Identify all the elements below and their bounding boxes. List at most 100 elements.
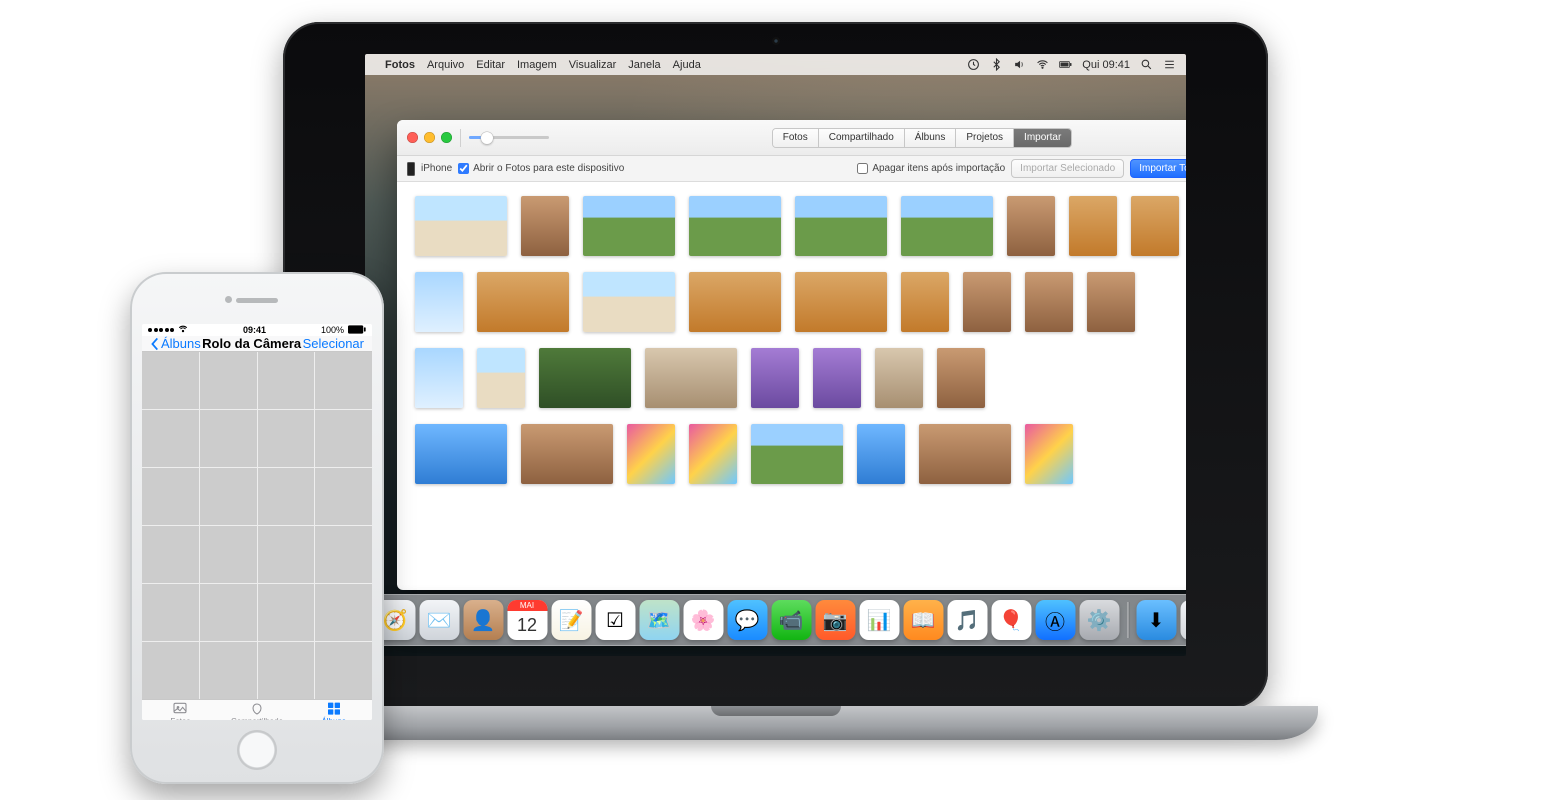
delete-after-checkbox[interactable]: Apagar itens após importação xyxy=(857,163,1005,174)
window-minimize-button[interactable] xyxy=(424,132,435,143)
import-thumbnail-grid[interactable] xyxy=(397,182,1186,590)
open-for-device-input[interactable] xyxy=(458,163,469,174)
view-tab-álbuns[interactable]: Álbuns xyxy=(905,129,957,147)
import-thumbnail[interactable] xyxy=(415,272,463,332)
view-tab-compartilhado[interactable]: Compartilhado xyxy=(819,129,905,147)
import-thumbnail[interactable] xyxy=(1007,196,1055,256)
app-menu[interactable]: Fotos xyxy=(385,59,415,71)
home-button[interactable] xyxy=(237,730,277,770)
camera-roll-thumbnail[interactable] xyxy=(200,642,257,699)
battery-icon[interactable] xyxy=(1059,58,1072,71)
camera-roll-thumbnail[interactable] xyxy=(142,352,199,409)
dock-itunes[interactable]: 🎵 xyxy=(947,600,987,640)
camera-roll-thumbnail[interactable] xyxy=(258,584,315,641)
import-thumbnail[interactable] xyxy=(415,424,507,484)
import-thumbnail[interactable] xyxy=(751,348,799,408)
menubar-clock[interactable]: Qui 09:41 xyxy=(1082,59,1130,71)
camera-roll-thumbnail[interactable] xyxy=(142,642,199,699)
dock-downloads[interactable]: ⬇︎ xyxy=(1136,600,1176,640)
import-thumbnail[interactable] xyxy=(689,196,781,256)
import-thumbnail[interactable] xyxy=(795,196,887,256)
import-thumbnail[interactable] xyxy=(521,196,569,256)
view-tab-projetos[interactable]: Projetos xyxy=(956,129,1014,147)
import-thumbnail[interactable] xyxy=(627,424,675,484)
import-selected-button[interactable]: Importar Selecionado xyxy=(1011,159,1124,178)
camera-roll-thumbnail[interactable] xyxy=(315,642,372,699)
camera-roll-thumbnail[interactable] xyxy=(315,584,372,641)
camera-roll-thumbnail[interactable] xyxy=(142,468,199,525)
import-thumbnail[interactable] xyxy=(795,272,887,332)
menu-janela[interactable]: Janela xyxy=(628,59,660,71)
camera-roll-thumbnail[interactable] xyxy=(315,352,372,409)
import-thumbnail[interactable] xyxy=(1131,196,1179,256)
import-thumbnail[interactable] xyxy=(857,424,905,484)
import-thumbnail[interactable] xyxy=(1087,272,1135,332)
dock-reminders[interactable]: ☑︎ xyxy=(595,600,635,640)
import-thumbnail[interactable] xyxy=(1025,424,1073,484)
import-thumbnail[interactable] xyxy=(539,348,631,408)
dock-messages[interactable]: 💬 xyxy=(727,600,767,640)
volume-icon[interactable] xyxy=(1013,58,1026,71)
menu-arquivo[interactable]: Arquivo xyxy=(427,59,464,71)
camera-roll-thumbnail[interactable] xyxy=(200,352,257,409)
dock-facetime[interactable]: 📹 xyxy=(771,600,811,640)
import-thumbnail[interactable] xyxy=(521,424,613,484)
dock-maps[interactable]: 🗺️ xyxy=(639,600,679,640)
dock-numbers[interactable]: 📊 xyxy=(859,600,899,640)
import-thumbnail[interactable] xyxy=(1025,272,1073,332)
import-thumbnail[interactable] xyxy=(901,196,993,256)
camera-roll-thumbnail[interactable] xyxy=(200,410,257,467)
thumbnail-size-slider[interactable] xyxy=(469,130,549,146)
import-thumbnail[interactable] xyxy=(477,348,525,408)
camera-roll-thumbnail[interactable] xyxy=(315,410,372,467)
view-tab-importar[interactable]: Importar xyxy=(1014,129,1071,147)
import-all-button[interactable]: Importar Todas as Fotos Novas xyxy=(1130,159,1186,178)
import-thumbnail[interactable] xyxy=(415,196,507,256)
tab-compartilhado[interactable]: Compartilhado xyxy=(219,700,296,720)
camera-roll-grid[interactable] xyxy=(142,352,372,699)
import-thumbnail[interactable] xyxy=(875,348,923,408)
bluetooth-icon[interactable] xyxy=(990,58,1003,71)
dock-photos[interactable]: 🌸 xyxy=(683,600,723,640)
import-thumbnail[interactable] xyxy=(583,272,675,332)
dock-calendar[interactable]: MAI12 xyxy=(507,600,547,640)
back-button[interactable]: Álbuns xyxy=(150,336,201,351)
import-thumbnail[interactable] xyxy=(415,348,463,408)
tab-fotos[interactable]: Fotos xyxy=(142,700,219,720)
import-thumbnail[interactable] xyxy=(813,348,861,408)
delete-after-input[interactable] xyxy=(857,163,868,174)
time-machine-icon[interactable] xyxy=(967,58,980,71)
notification-center-icon[interactable] xyxy=(1163,58,1176,71)
window-fullscreen-button[interactable] xyxy=(441,132,452,143)
import-thumbnail[interactable] xyxy=(689,424,737,484)
open-for-device-checkbox[interactable]: Abrir o Fotos para este dispositivo xyxy=(458,163,624,174)
dock-ibooks[interactable]: 📖 xyxy=(903,600,943,640)
tab-albuns[interactable]: Álbuns xyxy=(295,700,372,720)
spotlight-icon[interactable] xyxy=(1140,58,1153,71)
camera-roll-thumbnail[interactable] xyxy=(315,468,372,525)
dock-trash[interactable]: 🗑️ xyxy=(1180,600,1186,640)
import-thumbnail[interactable] xyxy=(689,272,781,332)
import-thumbnail[interactable] xyxy=(751,424,843,484)
import-thumbnail[interactable] xyxy=(1069,196,1117,256)
dock-contacts[interactable]: 👤 xyxy=(463,600,503,640)
menu-visualizar[interactable]: Visualizar xyxy=(569,59,617,71)
camera-roll-thumbnail[interactable] xyxy=(258,352,315,409)
dock-app-store[interactable]: Ⓐ xyxy=(1035,600,1075,640)
camera-roll-thumbnail[interactable] xyxy=(142,526,199,583)
import-thumbnail[interactable] xyxy=(583,196,675,256)
camera-roll-thumbnail[interactable] xyxy=(142,410,199,467)
import-thumbnail[interactable] xyxy=(477,272,569,332)
menu-editar[interactable]: Editar xyxy=(476,59,505,71)
import-thumbnail[interactable] xyxy=(963,272,1011,332)
camera-roll-thumbnail[interactable] xyxy=(258,468,315,525)
dock-preferences[interactable]: ⚙️ xyxy=(1079,600,1119,640)
dock-game-center[interactable]: 🎈 xyxy=(991,600,1031,640)
wifi-icon[interactable] xyxy=(1036,58,1049,71)
view-tab-fotos[interactable]: Fotos xyxy=(773,129,819,147)
import-thumbnail[interactable] xyxy=(919,424,1011,484)
camera-roll-thumbnail[interactable] xyxy=(258,642,315,699)
window-close-button[interactable] xyxy=(407,132,418,143)
camera-roll-thumbnail[interactable] xyxy=(200,468,257,525)
camera-roll-thumbnail[interactable] xyxy=(200,584,257,641)
